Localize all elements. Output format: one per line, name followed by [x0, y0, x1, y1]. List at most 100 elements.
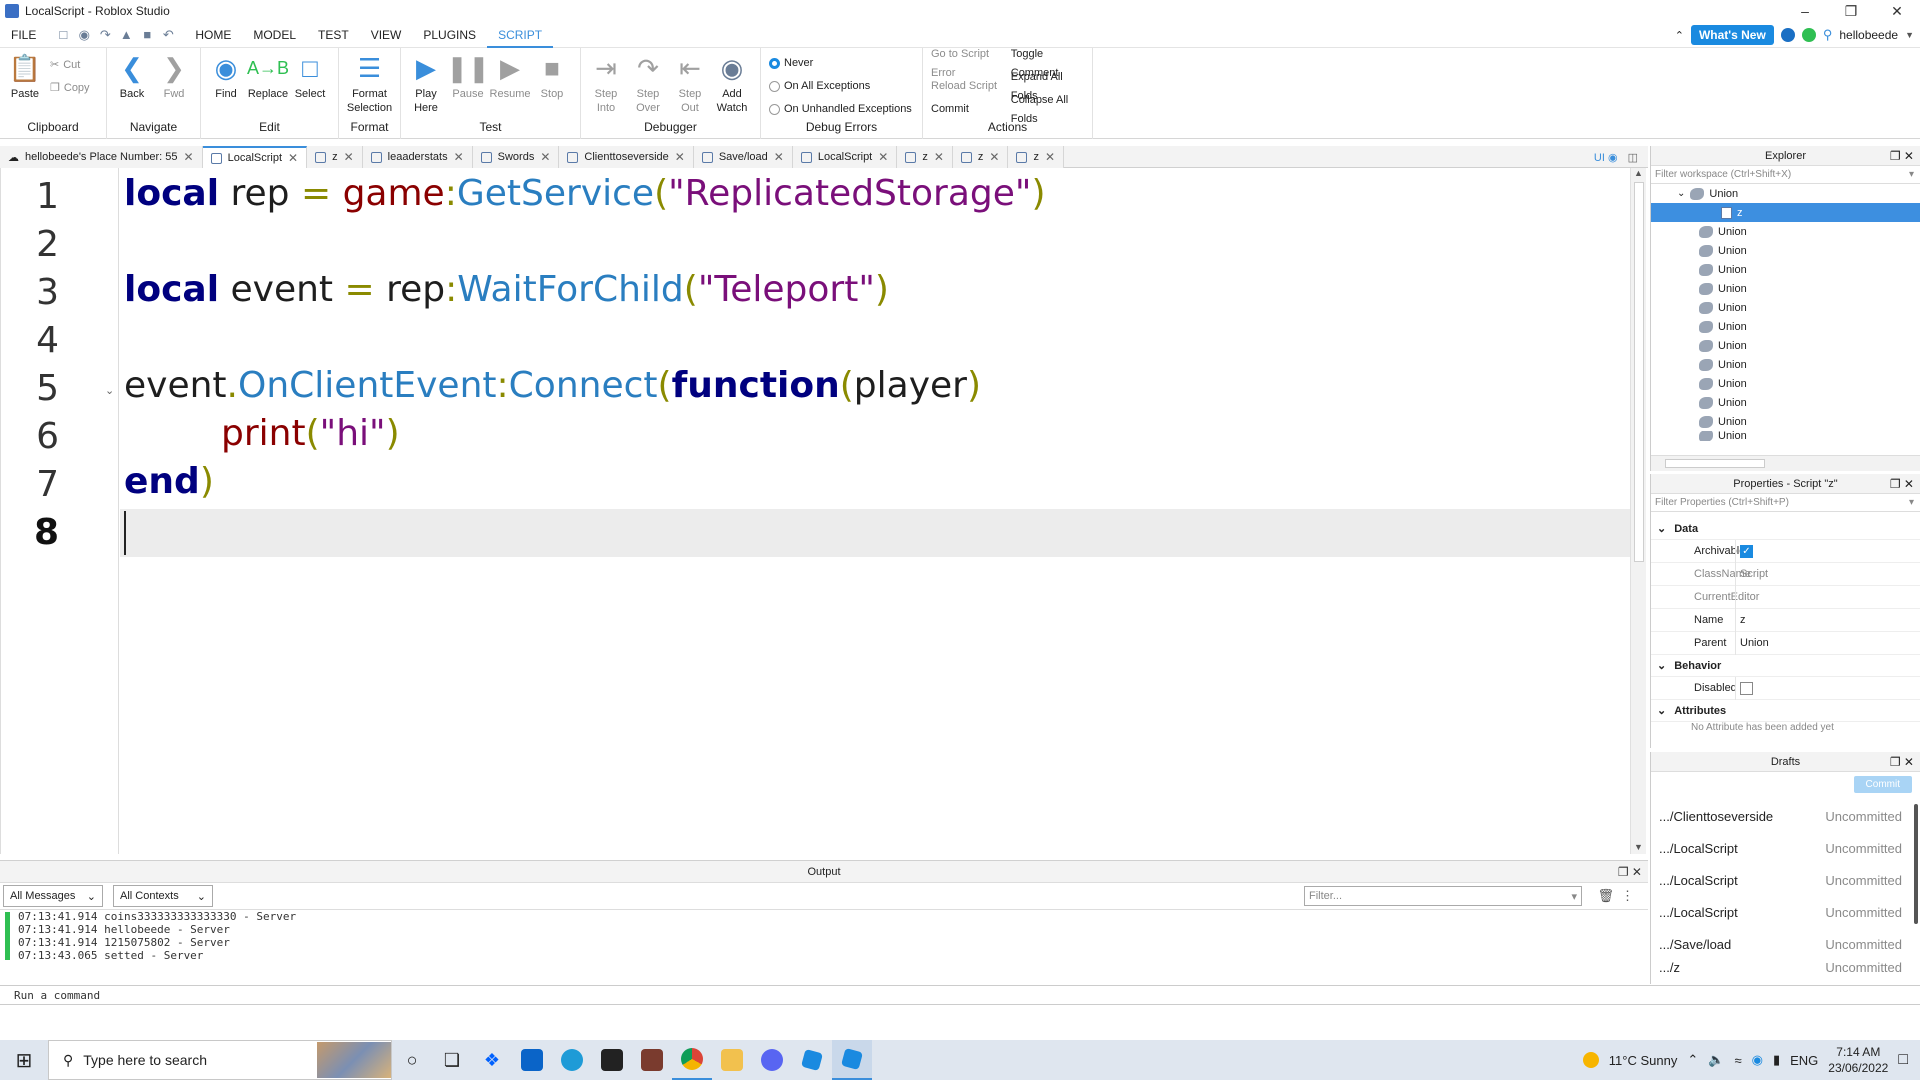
- command-input[interactable]: Run a command: [14, 989, 100, 1002]
- scroll-down-icon[interactable]: ▼: [1634, 842, 1643, 852]
- close-tab-icon[interactable]: ✕: [934, 150, 944, 164]
- notifications-icon[interactable]: □: [1898, 1051, 1908, 1069]
- never-radio[interactable]: Never: [769, 54, 912, 73]
- tree-item[interactable]: Union: [1651, 336, 1920, 355]
- tab-z-3[interactable]: z ✕: [952, 146, 1009, 168]
- commit-button[interactable]: Commit: [931, 100, 1001, 119]
- drafts-commit-button[interactable]: Commit: [1853, 776, 1912, 793]
- tree-item[interactable]: Union: [1651, 317, 1920, 336]
- tree-item[interactable]: Union: [1651, 355, 1920, 374]
- add-watch-button[interactable]: ◉ Add Watch: [711, 52, 753, 115]
- roblox-studio-taskbar-icon[interactable]: [832, 1040, 872, 1080]
- tab-clienttoseverside[interactable]: Clienttoseverside ✕: [559, 146, 694, 168]
- fold-chevron-icon[interactable]: ⌄: [105, 384, 114, 397]
- replace-button[interactable]: A→B Replace: [247, 52, 289, 101]
- tree-item[interactable]: Union: [1651, 374, 1920, 393]
- draft-item[interactable]: .../LocalScript Uncommitted: [1651, 832, 1920, 864]
- panel-controls[interactable]: ❐ ✕: [1890, 146, 1914, 166]
- property-name[interactable]: Name z: [1651, 608, 1920, 632]
- menu-file[interactable]: FILE: [0, 22, 47, 48]
- format-selection-button[interactable]: ☰ Format Selection: [343, 52, 396, 115]
- tree-item[interactable]: ⌄ Union: [1651, 184, 1920, 203]
- forward-button[interactable]: ❯ Fwd: [153, 52, 195, 101]
- draft-item[interactable]: .../LocalScript Uncommitted: [1651, 864, 1920, 896]
- chevron-down-icon[interactable]: ▼: [1905, 30, 1914, 40]
- section-behavior[interactable]: ⌄ Behavior: [1651, 655, 1920, 677]
- close-tab-icon[interactable]: ✕: [774, 150, 784, 164]
- minimize-button[interactable]: –: [1782, 0, 1828, 22]
- property-parent[interactable]: Parent Union: [1651, 631, 1920, 655]
- scrollbar-thumb[interactable]: [1634, 182, 1644, 562]
- binoculars-icon[interactable]: ◉: [76, 27, 92, 43]
- tree-item[interactable]: Union: [1651, 431, 1920, 441]
- resume-button[interactable]: ▶ Resume: [489, 52, 531, 101]
- output-filter-input[interactable]: Filter... ▾: [1304, 886, 1582, 906]
- dropbox-icon[interactable]: ❖: [472, 1040, 512, 1080]
- step-over-button[interactable]: ↷ Step Over: [627, 52, 669, 115]
- step-out-button[interactable]: ⇤ Step Out: [669, 52, 711, 115]
- tray-chevron-up-icon[interactable]: ⌃: [1687, 1052, 1698, 1068]
- discord-icon[interactable]: [752, 1040, 792, 1080]
- windows-start-icon[interactable]: ⊞: [0, 1040, 48, 1080]
- language-indicator[interactable]: ENG: [1790, 1053, 1818, 1068]
- tab-z-4[interactable]: z ✕: [1008, 146, 1064, 168]
- file-explorer-icon[interactable]: [712, 1040, 752, 1080]
- command-bar[interactable]: Run a command: [0, 985, 1920, 1005]
- reload-script-button[interactable]: Reload Script: [931, 77, 1001, 96]
- tree-item[interactable]: Union: [1651, 412, 1920, 431]
- split-view-icon[interactable]: ◫: [1628, 151, 1638, 164]
- clock[interactable]: 7:14 AM 23/06/2022: [1828, 1044, 1888, 1076]
- tab-localscript-2[interactable]: LocalScript ✕: [792, 146, 898, 168]
- play-here-button[interactable]: ▶ Play Here: [405, 52, 447, 115]
- cut-button[interactable]: ✂ Cut: [50, 56, 90, 75]
- redo-icon[interactable]: ↷: [97, 27, 113, 43]
- property-archivable[interactable]: Archivable ✓: [1651, 539, 1920, 563]
- panel-controls[interactable]: ❐ ✕: [1890, 752, 1914, 772]
- tree-item[interactable]: Union: [1651, 260, 1920, 279]
- username[interactable]: hellobeede: [1839, 28, 1898, 42]
- tree-item[interactable]: Union: [1651, 298, 1920, 317]
- scrollbar-thumb[interactable]: [1665, 459, 1765, 468]
- explorer-horizontal-scrollbar[interactable]: [1651, 455, 1920, 471]
- help-icon[interactable]: [1780, 28, 1795, 42]
- draft-item[interactable]: .../Save/load Uncommitted: [1651, 928, 1920, 960]
- close-tab-icon[interactable]: ✕: [540, 150, 550, 164]
- tree-item[interactable]: Union: [1651, 241, 1920, 260]
- section-data[interactable]: ⌄ Data: [1651, 518, 1920, 540]
- tree-item[interactable]: Union: [1651, 393, 1920, 412]
- draft-item[interactable]: .../z Uncommitted: [1651, 960, 1920, 978]
- drafts-scrollbar[interactable]: [1914, 804, 1918, 924]
- property-disabled[interactable]: Disabled: [1651, 676, 1920, 700]
- weather-text[interactable]: 11°C Sunny: [1609, 1053, 1678, 1068]
- ui-toggle[interactable]: UI ◉: [1594, 151, 1618, 164]
- more-options-icon[interactable]: ⋮: [1621, 888, 1634, 904]
- tab-leaaderstats[interactable]: leaaderstats ✕: [362, 146, 473, 168]
- battery-icon[interactable]: ▮: [1773, 1052, 1780, 1068]
- chevron-down-icon[interactable]: ⌄: [1677, 188, 1685, 199]
- menu-script[interactable]: SCRIPT: [487, 22, 554, 48]
- panel-controls[interactable]: ❐ ✕: [1618, 861, 1642, 883]
- menu-test[interactable]: TEST: [307, 22, 360, 48]
- tab-swords[interactable]: Swords ✕: [472, 146, 560, 168]
- menu-home[interactable]: HOME: [184, 22, 242, 48]
- properties-filter-input[interactable]: Filter Properties (Ctrl+Shift+P) ▾: [1651, 494, 1920, 512]
- scroll-up-icon[interactable]: ▲: [1631, 168, 1646, 178]
- publish-icon[interactable]: ▲: [118, 27, 134, 43]
- close-tab-icon[interactable]: ✕: [989, 150, 999, 164]
- game-app-icon[interactable]: [632, 1040, 672, 1080]
- section-attributes[interactable]: ⌄ Attributes: [1651, 700, 1920, 722]
- panel-controls[interactable]: ❐ ✕: [1890, 474, 1914, 494]
- network-icon[interactable]: ◉: [1752, 1052, 1763, 1068]
- code-editor[interactable]: 1 2 3 4 5 6 7 8 ⌄ local rep = game:GetSe…: [0, 168, 1646, 854]
- messages-filter-dropdown[interactable]: All Messages ⌄: [3, 885, 103, 907]
- stop-button[interactable]: ■ Stop: [531, 52, 573, 101]
- restore-button[interactable]: ❐: [1828, 0, 1874, 22]
- step-into-button[interactable]: ⇥ Step Into: [585, 52, 627, 115]
- wifi-icon[interactable]: ≈: [1734, 1053, 1741, 1068]
- select-button[interactable]: □ Select: [289, 52, 331, 101]
- trash-icon[interactable]: 🗑: [1597, 888, 1614, 904]
- close-tab-icon[interactable]: ✕: [344, 150, 354, 164]
- find-button[interactable]: ◉ Find: [205, 52, 247, 101]
- menu-view[interactable]: VIEW: [360, 22, 413, 48]
- contexts-filter-dropdown[interactable]: All Contexts ⌄: [113, 885, 213, 907]
